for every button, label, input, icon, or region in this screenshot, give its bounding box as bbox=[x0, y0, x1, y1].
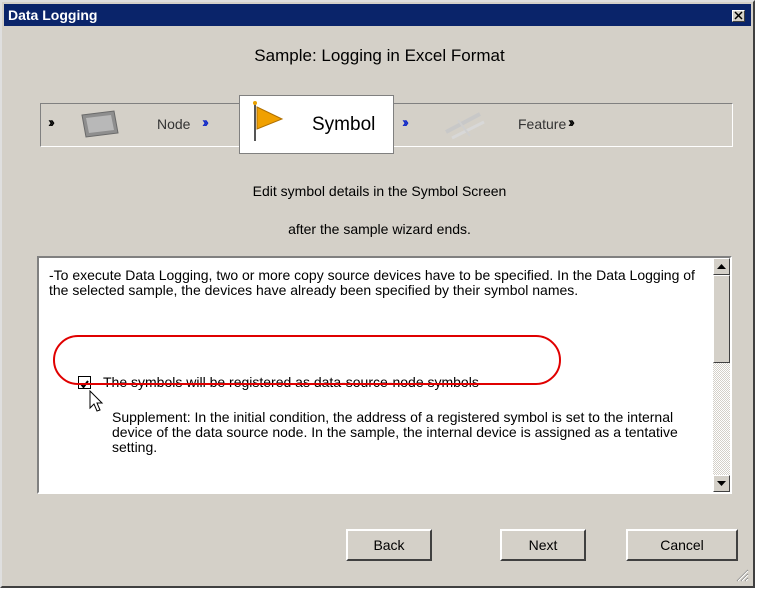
highlight-ring bbox=[53, 335, 561, 385]
step-arrow-icon: ›› bbox=[48, 114, 55, 131]
back-button[interactable]: Back bbox=[346, 529, 432, 561]
scroll-down-icon bbox=[717, 481, 726, 486]
step-arrow-icon: ›› bbox=[202, 114, 209, 131]
step-symbol-label: Symbol bbox=[312, 114, 376, 135]
pen-tools-icon bbox=[445, 112, 485, 140]
step-feature-label: Feature bbox=[518, 116, 567, 132]
monitor-icon bbox=[81, 110, 119, 138]
flag-icon bbox=[253, 101, 284, 141]
cursor-icon bbox=[89, 390, 104, 412]
window-title: Data Logging bbox=[8, 7, 98, 23]
step-arrow-icon: ›› bbox=[568, 114, 575, 131]
resize-grip-icon[interactable] bbox=[735, 568, 749, 582]
scroll-thumb[interactable] bbox=[713, 275, 730, 363]
info-paragraph: -To execute Data Logging, two or more co… bbox=[49, 267, 695, 298]
data-logging-dialog: Data Logging Sample: Logging in Excel Fo… bbox=[0, 0, 755, 588]
wizard-title: Sample: Logging in Excel Format bbox=[254, 46, 505, 65]
next-button[interactable]: Next bbox=[500, 529, 586, 561]
close-icon bbox=[734, 11, 743, 20]
scroll-up-button[interactable] bbox=[713, 258, 730, 275]
step-arrow-icon: ›› bbox=[402, 114, 409, 131]
cancel-button[interactable]: Cancel bbox=[626, 529, 738, 561]
title-bar[interactable]: Data Logging bbox=[4, 4, 751, 26]
step-node-label: Node bbox=[157, 116, 191, 132]
supplement-text: Supplement: In the initial condition, th… bbox=[112, 409, 678, 455]
content-panel[interactable]: -To execute Data Logging, two or more co… bbox=[37, 256, 732, 494]
description-line-1: Edit symbol details in the Symbol Screen bbox=[252, 183, 507, 199]
close-button[interactable] bbox=[732, 10, 745, 22]
scroll-down-button[interactable] bbox=[713, 475, 730, 492]
vertical-scrollbar[interactable] bbox=[713, 258, 730, 492]
description-line-2: after the sample wizard ends. bbox=[288, 221, 471, 237]
scroll-up-icon bbox=[717, 264, 726, 269]
